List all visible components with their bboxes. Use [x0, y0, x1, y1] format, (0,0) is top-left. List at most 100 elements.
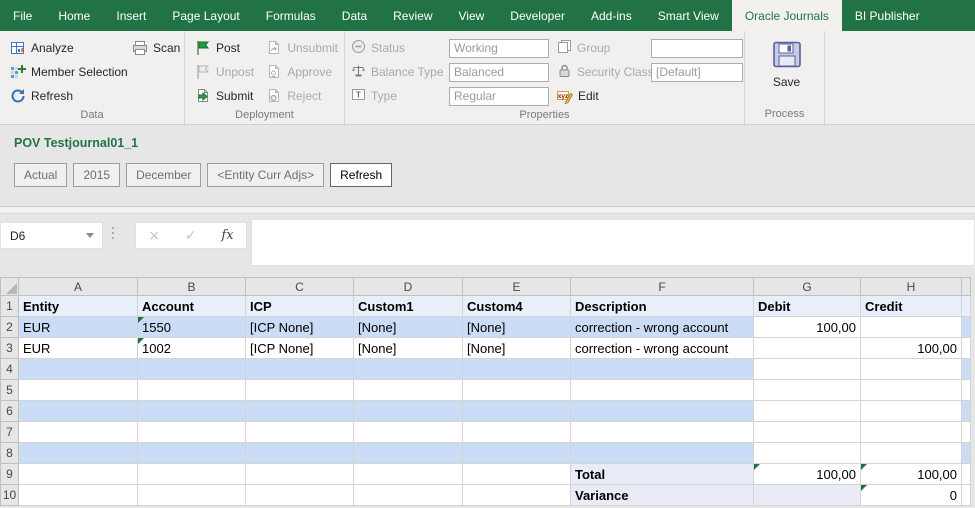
cell-G9[interactable]: 100,00 [753, 463, 861, 485]
tab-page-layout[interactable]: Page Layout [159, 0, 252, 31]
column-header-d[interactable]: D [353, 277, 463, 296]
column-header-h[interactable]: H [860, 277, 962, 296]
edit-button[interactable]: xyz Edit [557, 84, 603, 108]
cell-F4[interactable] [570, 358, 754, 380]
cell-F10[interactable]: Variance [570, 484, 754, 506]
member-selection-button[interactable]: Member Selection [6, 60, 128, 84]
cell-C2[interactable]: [ICP None] [245, 316, 354, 338]
cell-D1[interactable]: Custom1 [353, 295, 463, 317]
cell-C3[interactable]: [ICP None] [245, 337, 354, 359]
tab-data[interactable]: Data [329, 0, 380, 31]
tab-review[interactable]: Review [380, 0, 445, 31]
select-all-corner[interactable] [0, 277, 19, 296]
row-header-5[interactable]: 5 [0, 379, 19, 401]
refresh-button[interactable]: Refresh [6, 84, 128, 108]
tab-bi-publisher[interactable]: BI Publisher [842, 0, 933, 31]
cell-H10[interactable]: 0 [860, 484, 962, 506]
cell-H7[interactable] [860, 421, 962, 443]
cell-A10[interactable] [18, 484, 138, 506]
cell-B8[interactable] [137, 442, 246, 464]
tab-add-ins[interactable]: Add-ins [578, 0, 645, 31]
cell-A9[interactable] [18, 463, 138, 485]
scan-button[interactable]: Scan [128, 36, 184, 60]
post-button[interactable]: Post [191, 36, 262, 60]
cell-F1[interactable]: Description [570, 295, 754, 317]
row-header-9[interactable]: 9 [0, 463, 19, 485]
cell-A8[interactable] [18, 442, 138, 464]
cell-D8[interactable] [353, 442, 463, 464]
cell-C1[interactable]: ICP [245, 295, 354, 317]
cell-D7[interactable] [353, 421, 463, 443]
name-box-dropdown-icon[interactable] [86, 233, 94, 238]
cell-C8[interactable] [245, 442, 354, 464]
cell-A2[interactable]: EUR [18, 316, 138, 338]
cell-G5[interactable] [753, 379, 861, 401]
tab-home[interactable]: Home [45, 0, 103, 31]
cell-G10[interactable] [753, 484, 861, 506]
cell-C7[interactable] [245, 421, 354, 443]
cell-B9[interactable] [137, 463, 246, 485]
cell-E1[interactable]: Custom4 [462, 295, 571, 317]
column-header-a[interactable]: A [18, 277, 138, 296]
cell-B4[interactable] [137, 358, 246, 380]
cell-F9[interactable]: Total [570, 463, 754, 485]
cell-A7[interactable] [18, 421, 138, 443]
cell-H9[interactable]: 100,00 [860, 463, 962, 485]
pov-button-refresh[interactable]: Refresh [330, 163, 393, 187]
pov-button-december[interactable]: December [126, 163, 202, 187]
row-header-8[interactable]: 8 [0, 442, 19, 464]
cell-A4[interactable] [18, 358, 138, 380]
tab-oracle-journals[interactable]: Oracle Journals [731, 0, 842, 31]
analyze-button[interactable]: Analyze [6, 36, 128, 60]
cell-C9[interactable] [245, 463, 354, 485]
column-header-g[interactable]: G [753, 277, 861, 296]
cell-B3[interactable]: 1002 [137, 337, 246, 359]
cell-G1[interactable]: Debit [753, 295, 861, 317]
cell-E6[interactable] [462, 400, 571, 422]
name-box[interactable]: D6 [0, 222, 103, 249]
cell-D5[interactable] [353, 379, 463, 401]
cell-E10[interactable] [462, 484, 571, 506]
cell-F8[interactable] [570, 442, 754, 464]
cell-G7[interactable] [753, 421, 861, 443]
cell-H8[interactable] [860, 442, 962, 464]
tab-file[interactable]: File [0, 0, 45, 31]
cell-C6[interactable] [245, 400, 354, 422]
cell-E2[interactable]: [None] [462, 316, 571, 338]
row-header-7[interactable]: 7 [0, 421, 19, 443]
cell-D9[interactable] [353, 463, 463, 485]
cell-B5[interactable] [137, 379, 246, 401]
cell-D10[interactable] [353, 484, 463, 506]
tab-view[interactable]: View [446, 0, 498, 31]
cell-F5[interactable] [570, 379, 754, 401]
cell-H4[interactable] [860, 358, 962, 380]
column-header-b[interactable]: B [137, 277, 246, 296]
tab-smart-view[interactable]: Smart View [645, 0, 732, 31]
save-button[interactable]: Save [752, 36, 822, 107]
insert-function-icon[interactable]: fx [221, 228, 233, 243]
column-header-c[interactable]: C [245, 277, 354, 296]
cell-H1[interactable]: Credit [860, 295, 962, 317]
cell-D6[interactable] [353, 400, 463, 422]
cell-E8[interactable] [462, 442, 571, 464]
cell-C4[interactable] [245, 358, 354, 380]
column-header-e[interactable]: E [462, 277, 571, 296]
tab-developer[interactable]: Developer [497, 0, 578, 31]
row-header-1[interactable]: 1 [0, 295, 19, 317]
cell-F6[interactable] [570, 400, 754, 422]
cell-F3[interactable]: correction - wrong account [570, 337, 754, 359]
cell-H2[interactable] [860, 316, 962, 338]
cell-H6[interactable] [860, 400, 962, 422]
cell-H3[interactable]: 100,00 [860, 337, 962, 359]
formula-input[interactable] [251, 219, 975, 266]
cell-G6[interactable] [753, 400, 861, 422]
cell-E9[interactable] [462, 463, 571, 485]
cell-A5[interactable] [18, 379, 138, 401]
cell-D2[interactable]: [None] [353, 316, 463, 338]
cell-C10[interactable] [245, 484, 354, 506]
submit-button[interactable]: Submit [191, 84, 262, 108]
cell-E4[interactable] [462, 358, 571, 380]
cell-B2[interactable]: 1550 [137, 316, 246, 338]
cell-B1[interactable]: Account [137, 295, 246, 317]
tab-formulas[interactable]: Formulas [253, 0, 329, 31]
